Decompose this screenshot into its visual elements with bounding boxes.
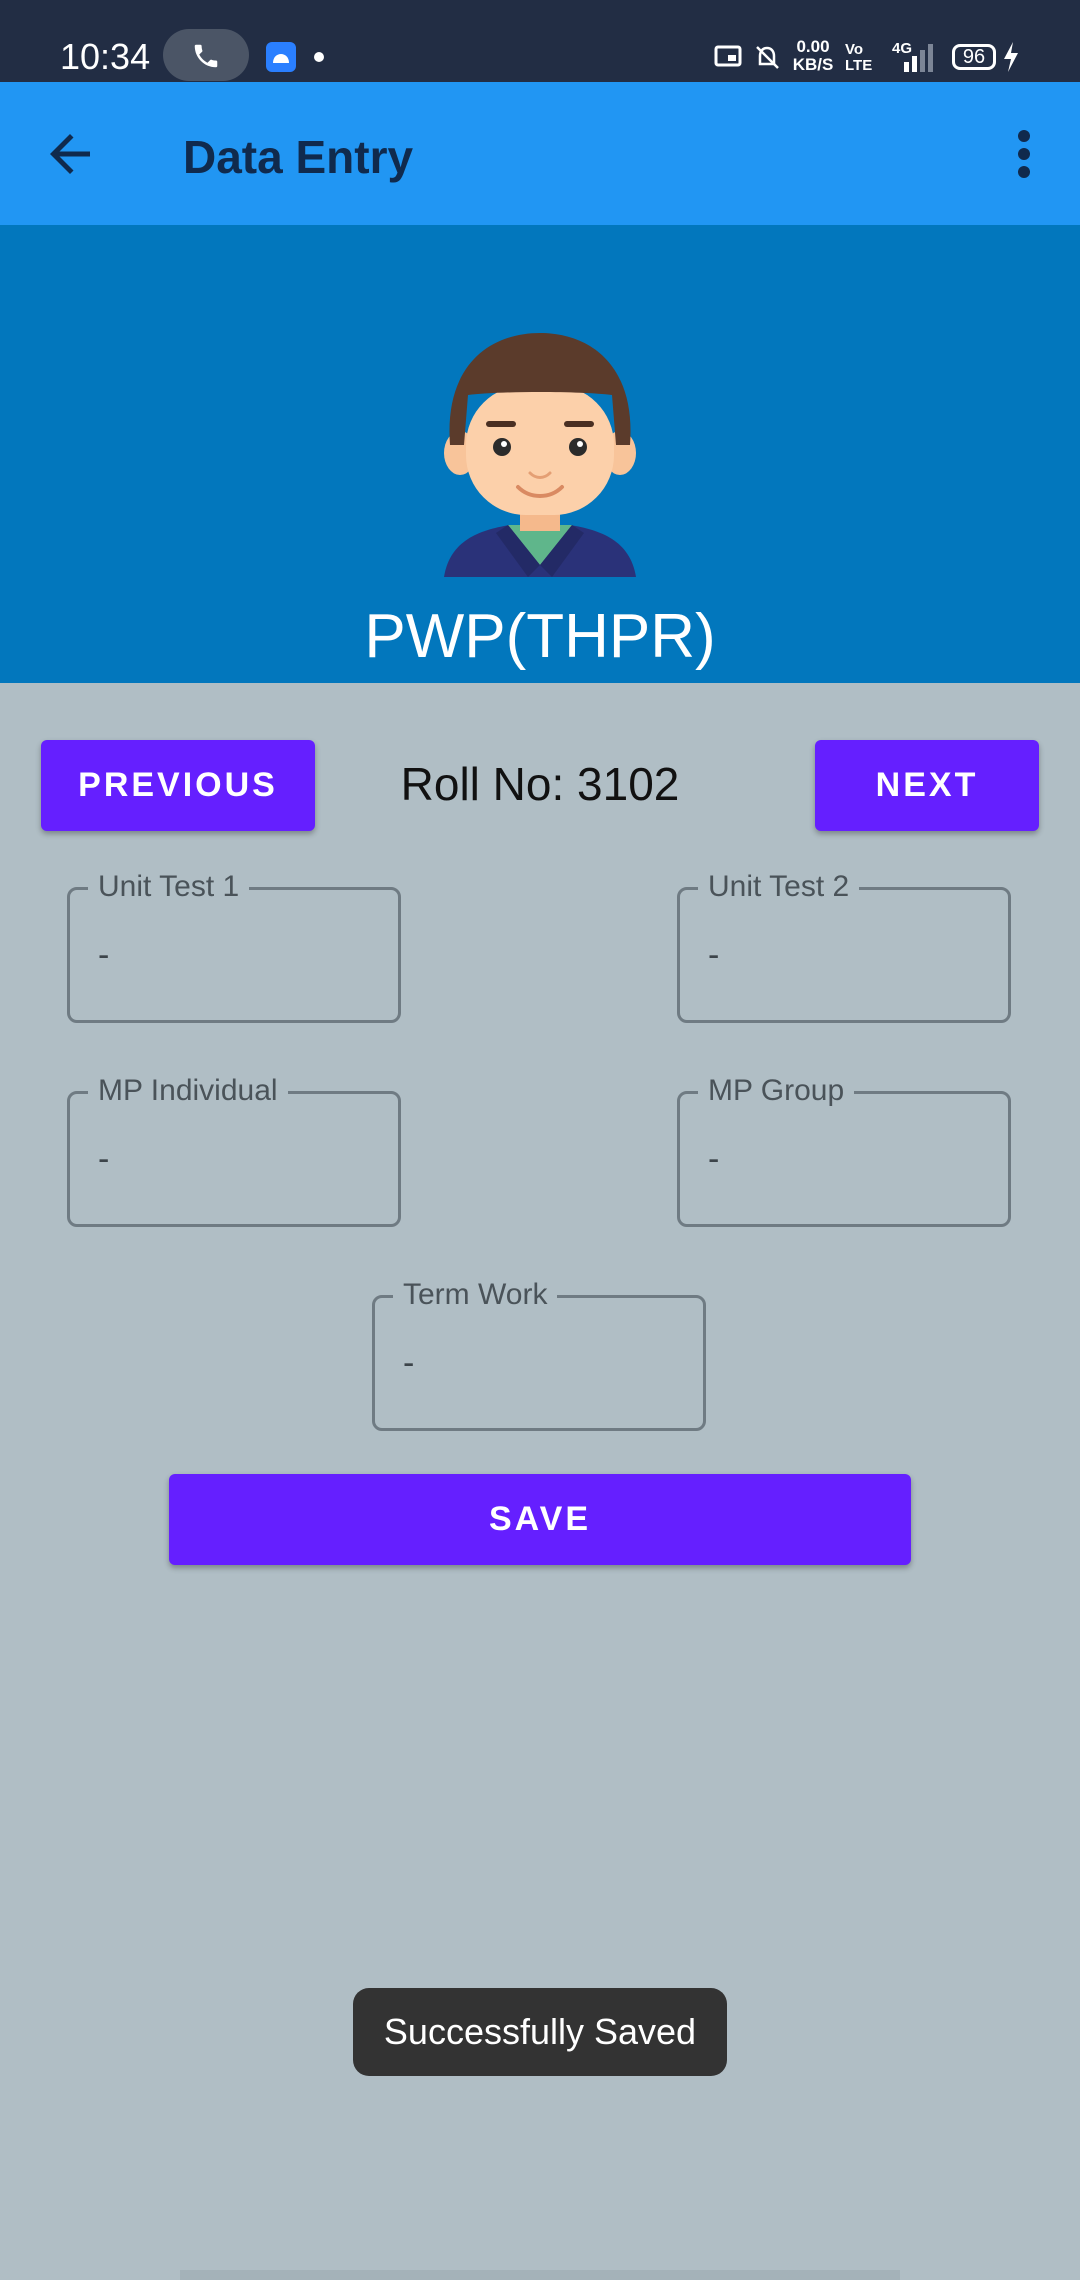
term-work-value[interactable]: - xyxy=(403,1344,414,1383)
status-time: 10:34 xyxy=(60,36,151,77)
network-speed: 0.00 KB/S xyxy=(788,38,838,74)
more-vert-icon xyxy=(1018,130,1030,178)
mp-individual-field[interactable]: MP Individual - xyxy=(67,1074,401,1227)
unit-test-1-value[interactable]: - xyxy=(98,936,109,975)
page-title: Data Entry xyxy=(183,131,414,183)
phone-call-icon xyxy=(194,44,218,68)
mp-individual-label: MP Individual xyxy=(88,1074,288,1108)
charging-icon xyxy=(1004,42,1018,72)
success-toast: Successfully Saved xyxy=(353,1988,727,2076)
status-bar: 10:34 0.00 KB/S Vo LTE 4G 96 xyxy=(0,0,1080,82)
ongoing-call-pill[interactable] xyxy=(163,29,249,81)
unit-test-2-label: Unit Test 2 xyxy=(698,870,860,904)
next-button[interactable]: NEXT xyxy=(815,740,1039,831)
battery-indicator: 96 xyxy=(952,44,996,70)
volte-top: Vo xyxy=(845,41,864,58)
term-work-field[interactable]: Term Work - xyxy=(372,1278,706,1431)
unit-test-2-value[interactable]: - xyxy=(708,936,719,975)
roll-number: Roll No: 3102 xyxy=(400,758,680,810)
mp-group-field[interactable]: MP Group - xyxy=(677,1074,1011,1227)
mp-group-label: MP Group xyxy=(698,1074,855,1108)
unit-test-1-field[interactable]: Unit Test 1 - xyxy=(67,870,401,1023)
signal-icon xyxy=(904,44,933,72)
notification-dot xyxy=(314,52,324,62)
save-button[interactable]: SAVE xyxy=(169,1474,911,1565)
back-button[interactable] xyxy=(40,124,100,184)
volte-indicator: Vo LTE xyxy=(845,42,872,74)
mp-group-value[interactable]: - xyxy=(708,1140,719,1179)
volte-bottom: LTE xyxy=(845,57,873,74)
profile-header: PWP(THPR) xyxy=(0,225,1080,683)
net-speed-value: 0.00 xyxy=(796,37,830,56)
cast-icon xyxy=(714,45,742,67)
mp-individual-value[interactable]: - xyxy=(98,1140,109,1179)
gesture-nav-bar[interactable] xyxy=(180,2270,900,2280)
term-work-label: Term Work xyxy=(393,1278,558,1312)
unit-test-1-label: Unit Test 1 xyxy=(88,870,250,904)
mute-icon xyxy=(756,46,779,69)
unit-test-2-field[interactable]: Unit Test 2 - xyxy=(677,870,1011,1023)
app-bar: Data Entry xyxy=(0,82,1080,225)
class-name: PWP(THPR) xyxy=(364,602,716,671)
overflow-menu-button[interactable] xyxy=(1000,124,1048,184)
android-app-icon xyxy=(266,42,296,72)
student-avatar-icon xyxy=(444,333,636,577)
back-arrow-icon xyxy=(50,134,90,174)
previous-button[interactable]: PREVIOUS xyxy=(41,740,315,831)
net-speed-unit: KB/S xyxy=(792,55,834,74)
